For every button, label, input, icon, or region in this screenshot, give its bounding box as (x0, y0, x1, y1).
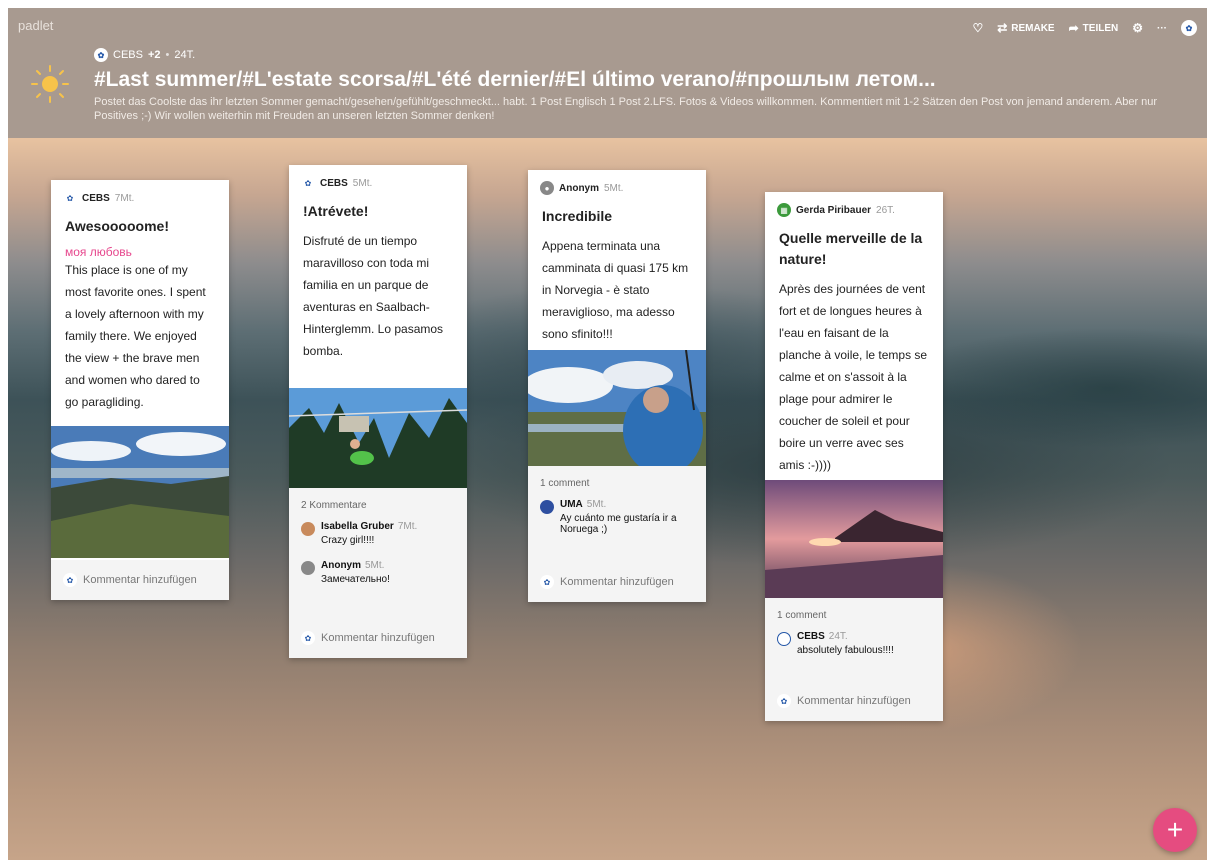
comment-age: 7Mt. (397, 521, 418, 532)
sunset-beach-photo[interactable] (765, 480, 943, 598)
author-avatar: ▦ (777, 203, 791, 217)
post-footer: 2 Kommentare Isabella Gruber 7Mt. Crazy gi… (289, 488, 467, 658)
padlet-board: padlet ✿ CEBS +2 • 24T. #Last summer/#L'… (8, 8, 1207, 860)
comment-age: 5Mt. (586, 499, 607, 510)
post-footer: ✿ Kommentar hinzufügen (51, 560, 229, 600)
post-body: Disfruté de un tiempo maravilloso con to… (303, 234, 444, 358)
author-avatar: ✿ (63, 191, 77, 205)
post-footer: 1 comment UMA 5Mt. Ay cuánto me gustaría i… (528, 466, 706, 602)
add-post-button[interactable]: + (1153, 808, 1197, 852)
author-avatar: ● (540, 181, 554, 195)
post-title: Awesooooome! (65, 218, 169, 234)
comment-text: Ay cuánto me gustaría ir a Noruega ;) (560, 513, 677, 535)
user-avatar[interactable]: ✿ (1181, 20, 1197, 36)
post-card[interactable]: ▦ Gerda Piribauer 26T. Quelle merveille de… (765, 192, 943, 721)
post-author: Gerda Piribauer (796, 204, 872, 216)
comment-age: 5Mt. (365, 560, 385, 571)
board-toolbar: ♡ ⇄ REMAKE ➦ TEILEN ⚙ ··· ✿ (972, 20, 1197, 36)
post-subtitle: моя любовь (65, 245, 132, 259)
comment-text: Замечательно! (321, 574, 390, 585)
post-body: Après des journées de vent fort et de lo… (779, 282, 928, 472)
commenter-avatar (540, 500, 554, 514)
comment: UMA 5Mt. Ay cuánto me gustaría ir a Norueg… (528, 489, 706, 535)
author-avatar: ✿ (301, 176, 315, 190)
post-age: 5Mt. (352, 177, 373, 189)
user-avatar: ✿ (540, 575, 554, 589)
share-label: TEILEN (1082, 22, 1119, 34)
post-age: 5Mt. (604, 182, 624, 194)
board-title: #Last summer/#L'estate scorsa/#L'été der… (94, 68, 936, 91)
comment: Isabella Gruber 7Mt. Crazy girl!!!! (289, 511, 467, 546)
commenter-avatar (301, 522, 315, 536)
user-avatar: ✿ (301, 631, 315, 645)
post-body: Appena terminata una camminata di quasi … (542, 239, 689, 341)
post-title: Incredibile (542, 208, 613, 224)
share-arrow-icon: ➦ (1068, 21, 1079, 35)
like-button[interactable]: ♡ (972, 21, 983, 35)
add-comment-button[interactable]: ✿ Kommentar hinzufügen (51, 560, 229, 600)
norway-hiker-photo[interactable] (528, 350, 706, 468)
post-author: CEBS (82, 192, 110, 204)
sun-icon (31, 65, 69, 103)
user-avatar: ✿ (63, 573, 77, 587)
mountain-landscape-photo[interactable] (51, 426, 229, 558)
settings-button[interactable]: ⚙ (1132, 21, 1143, 35)
remake-icon: ⇄ (997, 21, 1008, 35)
comment-text: Crazy girl!!!! (321, 535, 375, 546)
board-header: padlet ✿ CEBS +2 • 24T. #Last summer/#L'… (8, 8, 1207, 138)
board-meta: ✿ CEBS +2 • 24T. (94, 48, 195, 62)
comment-count: 1 comment (777, 610, 827, 621)
post-body: This place is one of my most favorite on… (65, 263, 206, 409)
add-comment-label: Kommentar hinzufügen (321, 632, 435, 644)
post-author: Anonym (559, 182, 599, 194)
post-card[interactable]: ✿ CEBS 7Mt. Awesooooome! моя любовь This p… (51, 180, 229, 600)
commenter-avatar (777, 632, 791, 646)
commenter-name: Anonym (321, 560, 361, 571)
more-button[interactable]: ··· (1157, 23, 1167, 34)
padlet-logo[interactable]: padlet (18, 18, 53, 33)
comment: CEBS 24T. absolutely fabulous!!!! (765, 621, 943, 656)
author-avatar[interactable]: ✿ (94, 48, 108, 62)
remake-button[interactable]: ⇄ REMAKE (997, 21, 1054, 35)
comment-count: 2 Kommentare (301, 500, 367, 511)
comment: Anonym 5Mt. Замечательно! (289, 546, 467, 585)
comment-text: absolutely fabulous!!!! (797, 645, 894, 656)
zipline-photo[interactable] (289, 388, 467, 488)
add-comment-button[interactable]: ✿ Kommentar hinzufügen (765, 681, 923, 721)
contributors-count[interactable]: +2 (148, 49, 161, 61)
share-button[interactable]: ➦ TEILEN (1069, 21, 1119, 35)
post-footer: 1 comment CEBS 24T. absolutely fabulous!!!… (765, 598, 943, 721)
separator-dot: • (165, 49, 170, 61)
comment-count: 1 comment (540, 478, 590, 489)
heart-icon: ♡ (972, 21, 984, 35)
user-avatar: ✿ (777, 694, 791, 708)
board-age: 24T. (174, 49, 196, 61)
post-age: 7Mt. (114, 192, 135, 204)
commenter-name: UMA (560, 499, 583, 510)
add-comment-label: Kommentar hinzufügen (560, 576, 674, 588)
post-title: Quelle merveille de la nature! (779, 230, 923, 267)
add-comment-button[interactable]: ✿ Kommentar hinzufügen (528, 562, 686, 602)
post-author: CEBS (320, 177, 348, 189)
add-comment-button[interactable]: ✿ Kommentar hinzufügen (289, 618, 447, 658)
gear-icon: ⚙ (1132, 21, 1143, 35)
commenter-name: Isabella Gruber (321, 521, 394, 532)
post-age: 26T. (876, 204, 895, 216)
board-author[interactable]: CEBS (113, 49, 143, 61)
add-comment-label: Kommentar hinzufügen (83, 574, 197, 586)
remake-label: REMAKE (1011, 22, 1055, 34)
comment-age: 24T. (828, 631, 848, 642)
add-comment-label: Kommentar hinzufügen (797, 695, 911, 707)
post-card[interactable]: ✿ CEBS 5Mt. !Atrévete! Disfruté de un tiem… (289, 165, 467, 658)
commenter-avatar (301, 561, 315, 575)
post-title: !Atrévete! (303, 203, 369, 219)
post-card[interactable]: ● Anonym 5Mt. Incredibile Appena terminata… (528, 170, 706, 602)
board-description: Postet das Coolste das ihr letzten Somme… (94, 96, 1158, 122)
commenter-name: CEBS (797, 631, 825, 642)
